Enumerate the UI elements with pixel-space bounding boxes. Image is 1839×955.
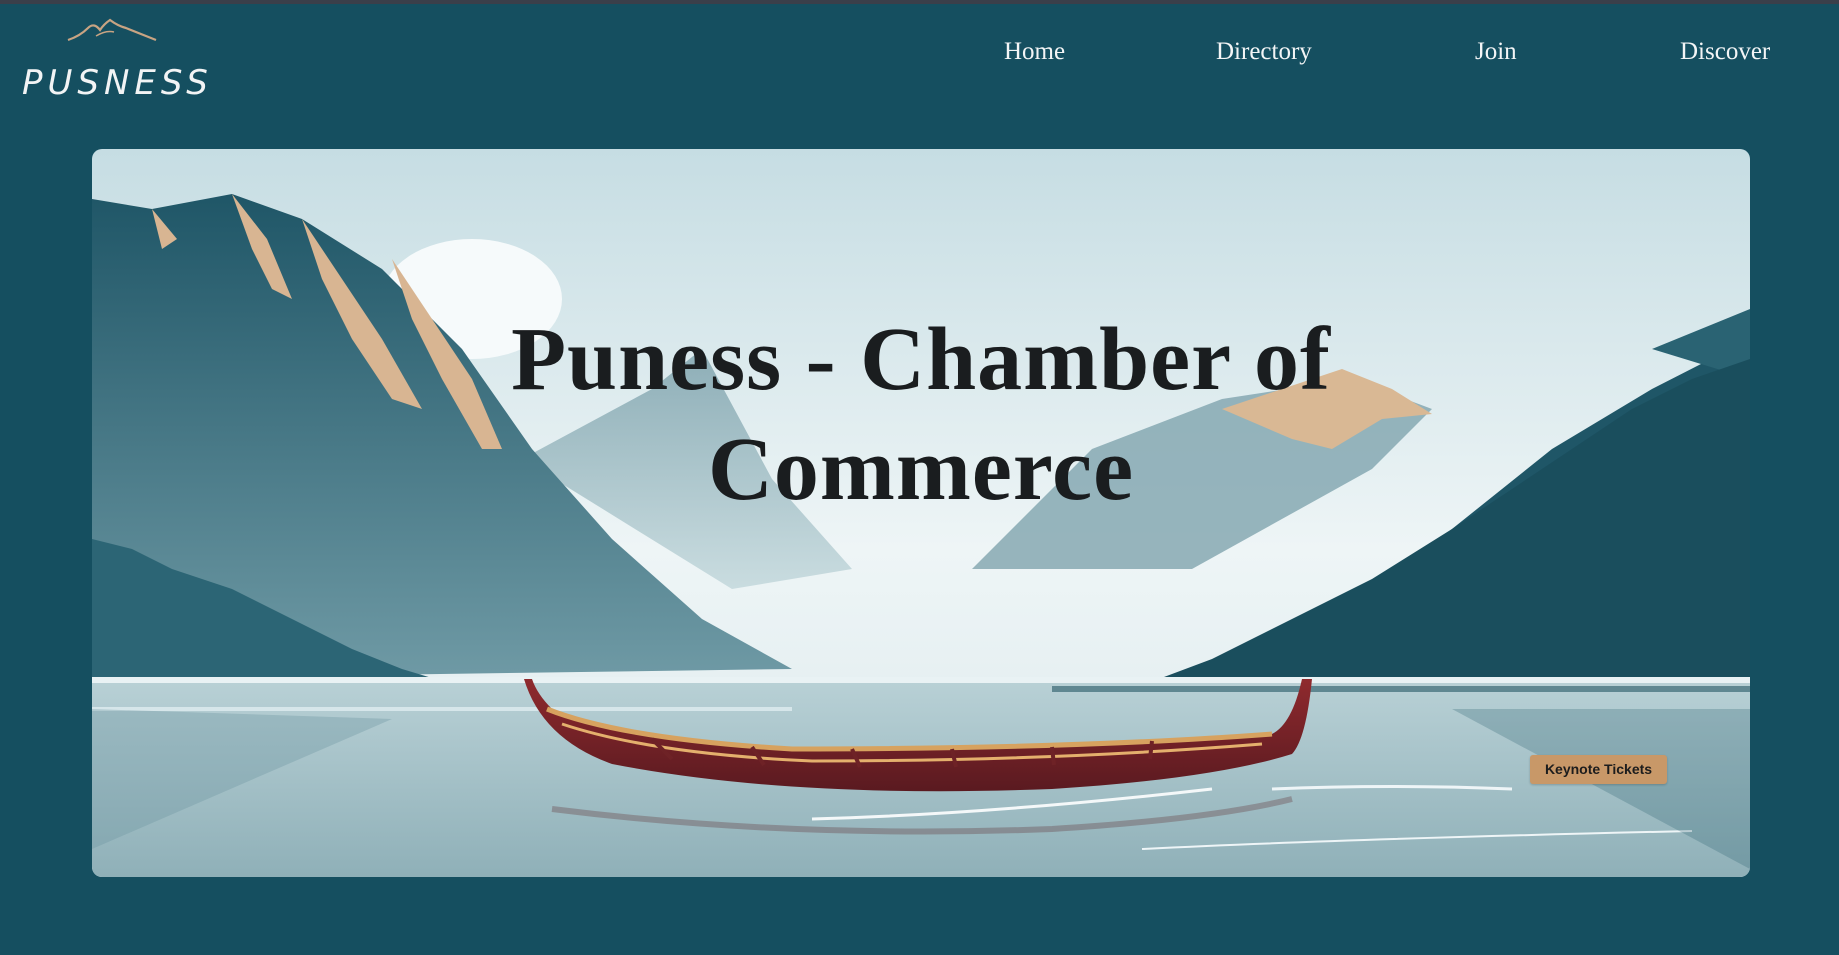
hero-title-line2: Commerce	[707, 420, 1135, 520]
nav-join[interactable]: Join	[1475, 38, 1517, 66]
nav-directory[interactable]: Directory	[1216, 38, 1312, 66]
hero-title: Puness - Chamber of Commerce	[92, 305, 1750, 525]
main-nav: Home Directory Join Discover	[0, 38, 1839, 78]
nav-home[interactable]: Home	[1004, 38, 1065, 66]
nav-discover[interactable]: Discover	[1680, 38, 1770, 66]
site-header: PUSNESS Home Directory Join Discover	[0, 4, 1839, 144]
keynote-tickets-button[interactable]: Keynote Tickets	[1530, 755, 1667, 784]
hero-title-line1: Puness - Chamber of	[511, 310, 1331, 410]
hero-banner: Puness - Chamber of Commerce Keynote Tic…	[92, 149, 1750, 877]
